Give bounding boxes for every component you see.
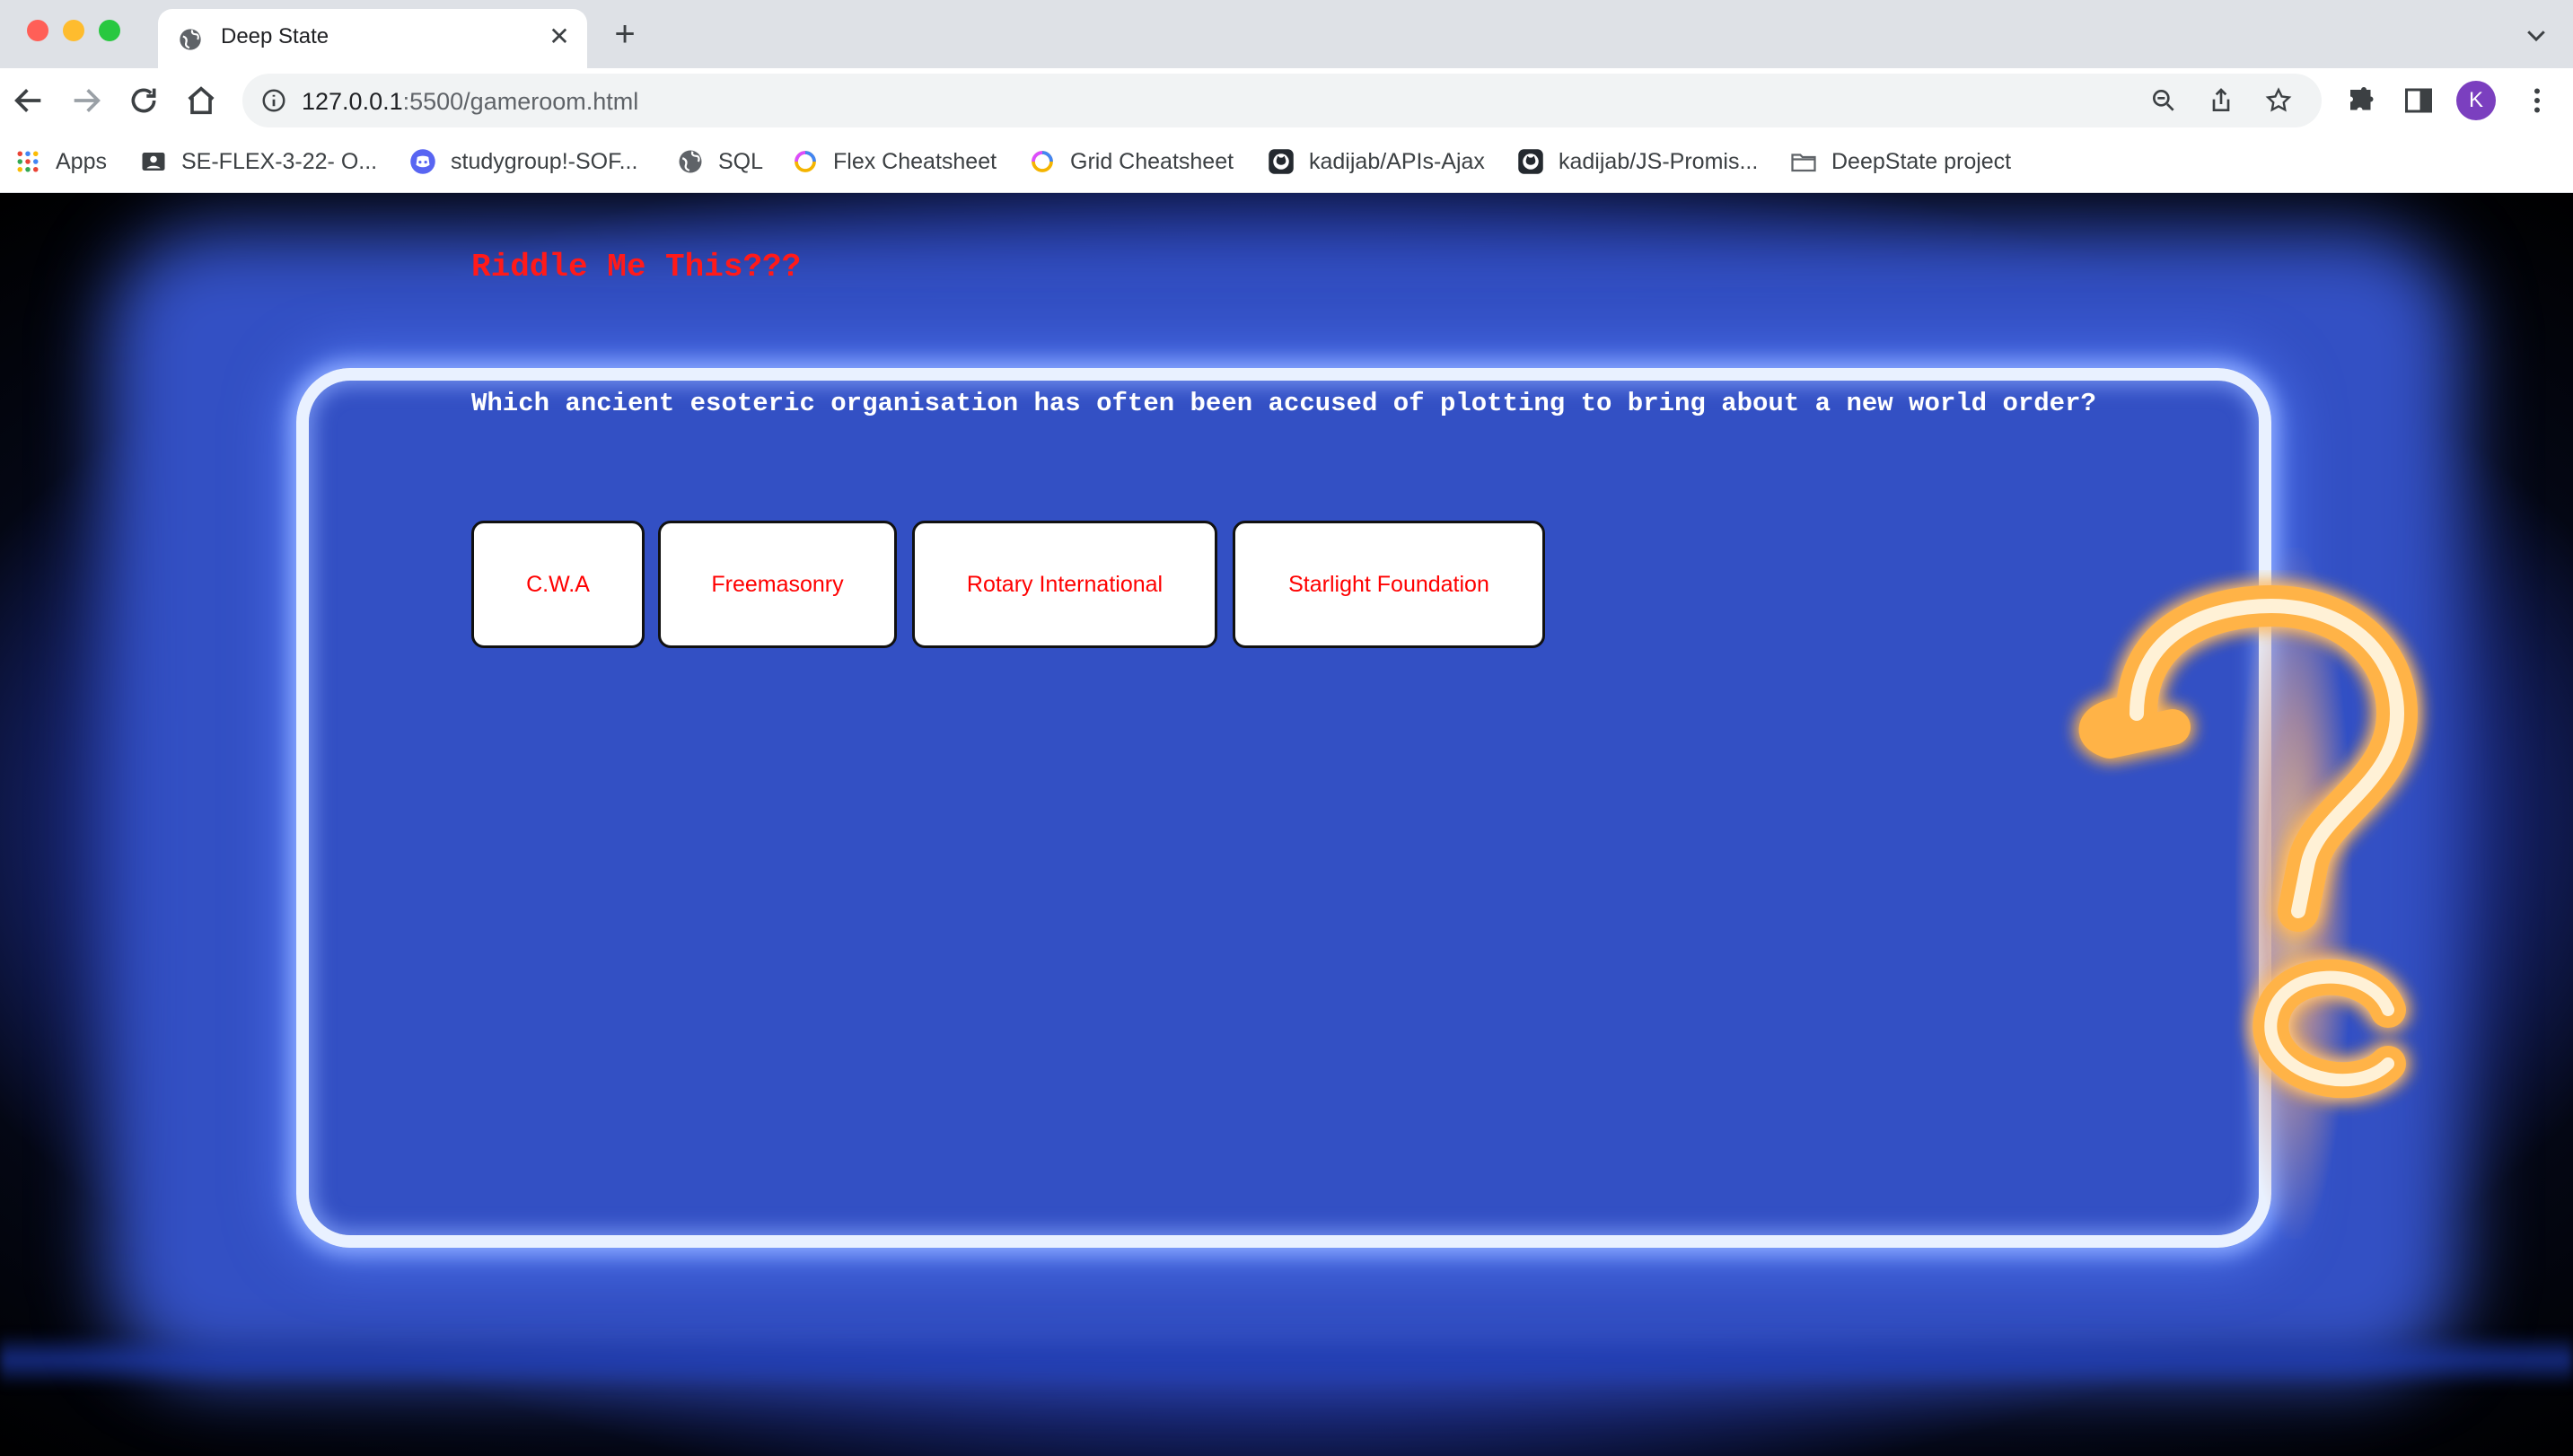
riddle-title: Riddle Me This??? bbox=[471, 249, 802, 285]
tab-strip: Deep State ✕ + bbox=[0, 0, 2573, 68]
github-icon bbox=[1269, 149, 1294, 174]
info-icon[interactable] bbox=[260, 87, 287, 114]
bookmark-label: Flex Cheatsheet bbox=[833, 148, 997, 174]
ring-icon bbox=[795, 151, 816, 172]
chevron-down-icon[interactable] bbox=[2523, 22, 2550, 48]
bookmark-grid-cheatsheet[interactable]: Grid Cheatsheet bbox=[1029, 145, 1234, 178]
more-menu-icon[interactable] bbox=[2521, 84, 2553, 117]
browser-tab[interactable]: Deep State ✕ bbox=[158, 9, 587, 68]
close-tab-icon[interactable]: ✕ bbox=[544, 22, 575, 52]
reload-icon[interactable] bbox=[126, 83, 162, 118]
bookmark-label: SE-FLEX-3-22- O... bbox=[181, 148, 378, 174]
riddle-question: Which ancient esoteric organisation has … bbox=[471, 389, 2096, 418]
back-icon[interactable] bbox=[11, 83, 47, 118]
address-bar[interactable]: 127.0.0.1:5500/gameroom.html bbox=[242, 74, 2322, 127]
bookmark-js-promises[interactable]: kadijab/JS-Promis... bbox=[1517, 145, 1758, 178]
bookmark-label: Apps bbox=[56, 148, 107, 174]
forward-icon[interactable] bbox=[68, 83, 104, 118]
folder-icon bbox=[1791, 153, 1816, 172]
tab-title: Deep State bbox=[221, 24, 329, 48]
game-page: Riddle Me This??? Which ancient esoteric… bbox=[0, 193, 2573, 1456]
bookmark-label: kadijab/JS-Promis... bbox=[1559, 148, 1759, 174]
profile-avatar[interactable]: K bbox=[2456, 81, 2496, 120]
bookmark-label: DeepState project bbox=[1831, 148, 2012, 174]
close-window-button[interactable] bbox=[27, 20, 48, 41]
side-panel-icon[interactable] bbox=[2402, 84, 2435, 117]
globe-icon bbox=[180, 29, 201, 50]
github-icon bbox=[1518, 149, 1543, 174]
minimize-window-button[interactable] bbox=[63, 20, 84, 41]
share-icon[interactable] bbox=[2207, 86, 2235, 115]
bookmark-flex-cheatsheet[interactable]: Flex Cheatsheet bbox=[792, 145, 997, 178]
globe-icon bbox=[679, 150, 702, 173]
bookmark-sql[interactable]: SQL bbox=[677, 145, 763, 178]
bookmarks-bar: Apps SE-FLEX-3-22- O... studygroup!-SOF.… bbox=[0, 133, 2573, 193]
bookmark-deepstate-project[interactable]: DeepState project bbox=[1790, 145, 2011, 178]
floor-glow bbox=[0, 1333, 2573, 1387]
apps-grid-icon bbox=[17, 151, 39, 172]
bookmark-studygroup[interactable]: studygroup!-SOF... bbox=[409, 145, 637, 178]
zoom-icon[interactable] bbox=[2149, 86, 2178, 115]
answer-button-starlight-foundation[interactable]: Starlight Foundation bbox=[1233, 521, 1545, 648]
answer-button-cwa[interactable]: C.W.A bbox=[471, 521, 645, 648]
bookmark-se-flex[interactable]: SE-FLEX-3-22- O... bbox=[140, 145, 377, 178]
home-icon[interactable] bbox=[183, 83, 219, 118]
bookmark-label: kadijab/APIs-Ajax bbox=[1309, 148, 1485, 174]
neon-question-mark-icon bbox=[2078, 585, 2418, 1099]
address-url[interactable]: 127.0.0.1:5500/gameroom.html bbox=[302, 88, 638, 116]
neon-frame bbox=[296, 368, 2271, 1248]
answer-button-rotary-international[interactable]: Rotary International bbox=[912, 521, 1217, 648]
new-tab-icon[interactable]: + bbox=[607, 16, 643, 52]
ring-icon bbox=[1032, 151, 1053, 172]
maximize-window-button[interactable] bbox=[99, 20, 120, 41]
bookmark-apps[interactable]: Apps bbox=[14, 145, 107, 178]
browser-toolbar: 127.0.0.1:5500/gameroom.html K bbox=[0, 68, 2573, 133]
bookmark-apis-ajax[interactable]: kadijab/APIs-Ajax bbox=[1268, 145, 1485, 178]
contact-card-icon bbox=[142, 153, 165, 171]
bookmark-label: SQL bbox=[718, 148, 764, 174]
answer-button-freemasonry[interactable]: Freemasonry bbox=[658, 521, 897, 648]
extensions-puzzle-icon[interactable] bbox=[2345, 84, 2377, 117]
bookmark-label: studygroup!-SOF... bbox=[451, 148, 638, 174]
bookmark-label: Grid Cheatsheet bbox=[1070, 148, 1234, 174]
discord-icon bbox=[410, 149, 435, 174]
bookmark-star-icon[interactable] bbox=[2264, 86, 2293, 115]
